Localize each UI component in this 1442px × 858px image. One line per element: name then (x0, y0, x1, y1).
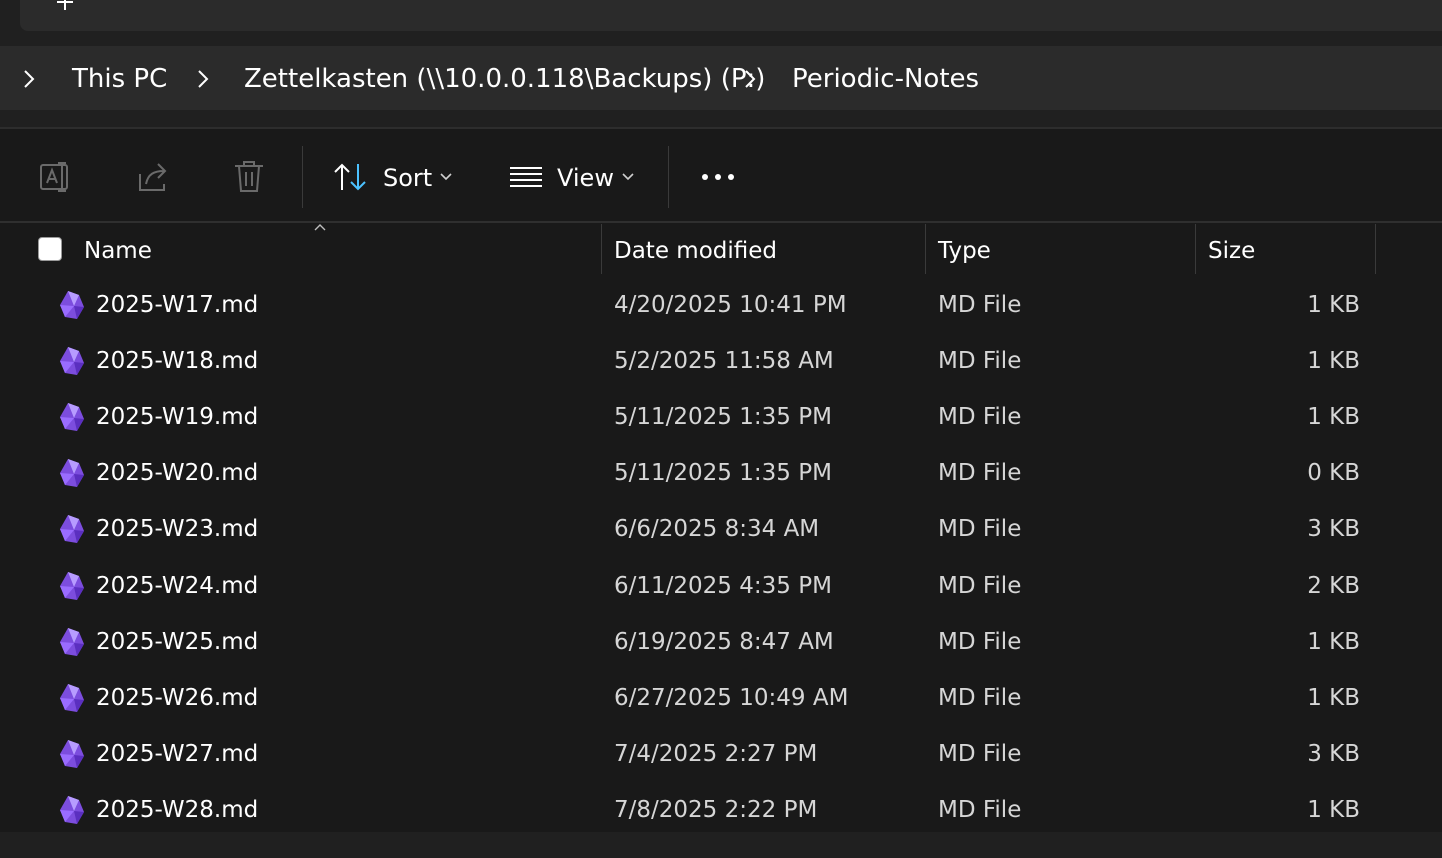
file-size: 1 KB (1307, 292, 1360, 318)
obsidian-file-icon (60, 795, 84, 824)
breadcrumb-chevron-icon[interactable] (195, 66, 211, 92)
obsidian-file-icon (60, 571, 84, 600)
obsidian-file-icon (60, 347, 84, 376)
obsidian-file-icon (60, 627, 84, 656)
obsidian-file-icon (60, 403, 84, 432)
column-divider[interactable] (1375, 224, 1376, 274)
obsidian-file-icon (60, 683, 84, 712)
file-name: 2025-W27.md (96, 740, 259, 767)
file-size: 0 KB (1307, 460, 1360, 487)
column-divider[interactable] (925, 224, 926, 274)
file-type: MD File (938, 348, 1022, 375)
file-row[interactable]: 2025-W25.md 6/19/2025 8:47 AM MD File 1 KB (0, 618, 1442, 674)
file-name: 2025-W28.md (96, 796, 259, 823)
file-type: MD File (938, 796, 1022, 823)
file-type: MD File (938, 404, 1022, 431)
file-row[interactable]: 2025-W17.md 4/20/2025 10:41 PM MD File 1 KB (0, 281, 1442, 337)
active-tab[interactable] (20, 0, 1442, 31)
select-all-checkbox[interactable] (38, 237, 62, 261)
file-type: MD File (938, 628, 1022, 655)
column-header-size[interactable]: Size (1208, 235, 1255, 267)
file-type: MD File (938, 740, 1022, 767)
file-row[interactable]: 2025-W19.md 5/11/2025 1:35 PM MD File 1 KB (0, 393, 1442, 449)
file-row[interactable]: 2025-W18.md 5/2/2025 11:58 AM MD File 1 KB (0, 337, 1442, 393)
file-date-modified: 5/2/2025 11:58 AM (614, 348, 834, 375)
obsidian-file-icon (60, 459, 84, 488)
file-size: 1 KB (1307, 684, 1360, 711)
status-bar (0, 832, 1442, 858)
file-date-modified: 6/11/2025 4:35 PM (614, 572, 832, 599)
file-date-modified: 6/19/2025 8:47 AM (614, 628, 834, 655)
file-row[interactable]: 2025-W27.md 7/4/2025 2:27 PM MD File 3 KB (0, 730, 1442, 786)
obsidian-file-icon (60, 515, 84, 544)
file-date-modified: 7/8/2025 2:22 PM (614, 796, 818, 823)
breadcrumb-chevron-icon[interactable] (742, 66, 758, 92)
column-divider[interactable] (601, 224, 602, 274)
file-name: 2025-W19.md (96, 404, 259, 431)
file-date-modified: 4/20/2025 10:41 PM (614, 292, 847, 318)
file-name: 2025-W24.md (96, 572, 259, 599)
file-date-modified: 7/4/2025 2:27 PM (614, 740, 818, 767)
file-type: MD File (938, 572, 1022, 599)
new-tab-icon[interactable] (55, 0, 75, 12)
file-name: 2025-W17.md (96, 292, 259, 318)
file-size: 3 KB (1307, 516, 1360, 543)
file-date-modified: 5/11/2025 1:35 PM (614, 460, 832, 487)
command-bar-divider (0, 221, 1442, 223)
more-options-icon[interactable] (700, 171, 736, 183)
file-name: 2025-W23.md (96, 516, 259, 543)
file-size: 3 KB (1307, 740, 1360, 767)
obsidian-file-icon (60, 739, 84, 768)
file-row[interactable]: 2025-W20.md 5/11/2025 1:35 PM MD File 0 KB (0, 449, 1442, 505)
breadcrumb-drive[interactable]: Zettelkasten (\\10.0.0.118\Backups) (P:) (244, 62, 765, 96)
file-name: 2025-W26.md (96, 684, 259, 711)
address-separator (0, 110, 1442, 128)
breadcrumb-current-folder[interactable]: Periodic-Notes (792, 62, 979, 96)
file-type: MD File (938, 292, 1022, 318)
file-name: 2025-W18.md (96, 348, 259, 375)
file-size: 1 KB (1307, 628, 1360, 655)
file-type: MD File (938, 460, 1022, 487)
view-list-icon[interactable] (509, 165, 543, 189)
file-name: 2025-W20.md (96, 460, 259, 487)
file-name: 2025-W25.md (96, 628, 259, 655)
view-button[interactable]: View (557, 162, 614, 194)
file-type: MD File (938, 516, 1022, 543)
delete-icon[interactable] (232, 158, 266, 194)
column-header-type[interactable]: Type (938, 235, 991, 267)
file-row[interactable]: 2025-W23.md 6/6/2025 8:34 AM MD File 3 KB (0, 505, 1442, 561)
file-date-modified: 6/6/2025 8:34 AM (614, 516, 820, 543)
chevron-down-icon[interactable] (439, 172, 453, 182)
chevron-down-icon[interactable] (621, 172, 635, 182)
share-icon[interactable] (136, 160, 172, 194)
breadcrumb-this-pc[interactable]: This PC (72, 62, 167, 96)
file-row[interactable]: 2025-W24.md 6/11/2025 4:35 PM MD File 2 KB (0, 562, 1442, 618)
file-size: 1 KB (1307, 348, 1360, 375)
column-divider[interactable] (1195, 224, 1196, 274)
sort-button[interactable]: Sort (383, 162, 432, 194)
file-date-modified: 5/11/2025 1:35 PM (614, 404, 832, 431)
toolbar-divider (302, 146, 303, 208)
toolbar-divider (668, 146, 669, 208)
rename-icon[interactable] (38, 158, 76, 196)
file-size: 1 KB (1307, 404, 1360, 431)
file-row[interactable]: 2025-W26.md 6/27/2025 10:49 AM MD File 1 KB (0, 674, 1442, 730)
file-size: 2 KB (1307, 572, 1360, 599)
column-header-name[interactable]: Name (84, 235, 152, 267)
obsidian-file-icon (60, 291, 84, 319)
file-date-modified: 6/27/2025 10:49 AM (614, 684, 849, 711)
column-header-date-modified[interactable]: Date modified (614, 235, 777, 267)
sort-ascending-indicator-icon (314, 224, 326, 231)
file-size: 1 KB (1307, 796, 1360, 823)
file-type: MD File (938, 684, 1022, 711)
sort-arrows-icon[interactable] (332, 161, 370, 193)
breadcrumb-expand-chevron-icon[interactable] (21, 66, 37, 92)
